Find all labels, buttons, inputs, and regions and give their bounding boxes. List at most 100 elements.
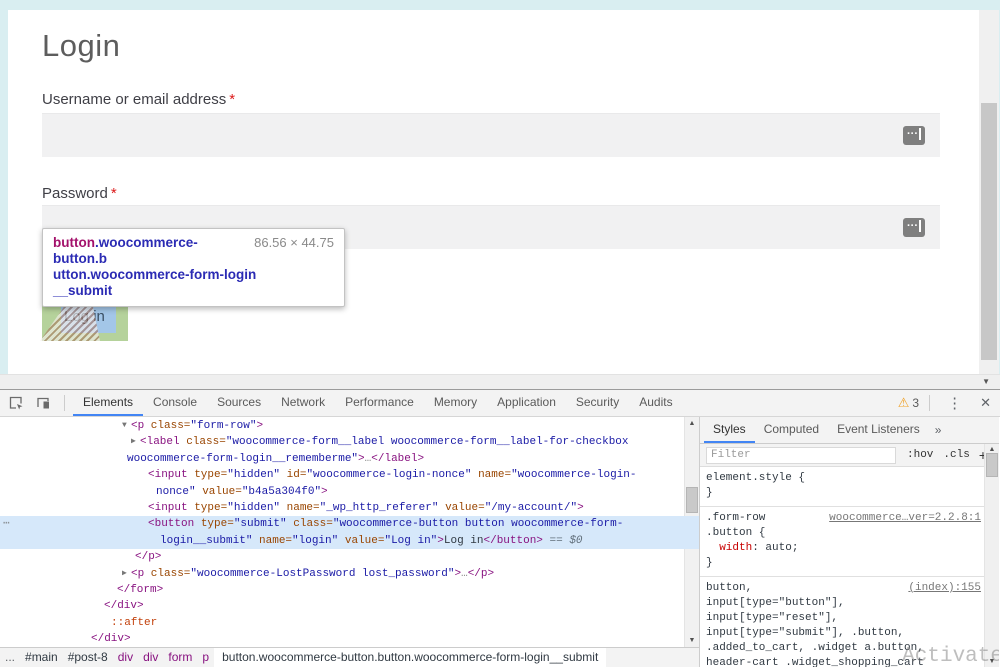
tree-line[interactable]: </form> [0,582,699,598]
style-rule-line[interactable]: input[type="submit"], .button, [706,626,981,641]
devtools: ElementsConsoleSourcesNetworkPerformance… [0,389,1000,667]
sidebar-tab-event-listeners[interactable]: Event Listeners [828,417,929,443]
sidebar-tabs-overflow-icon[interactable]: » [929,423,948,437]
code-token: "woocommerce-login- [511,469,636,481]
tree-line[interactable]: </div> [0,631,699,647]
breadcrumb-item[interactable]: button.woocommerce-button.button.woocomm… [214,648,606,667]
code-token: input[type="submit"], .button, [706,627,904,639]
style-rule-line[interactable]: element.style { [706,471,981,486]
stylesheet-source-link[interactable]: woocommerce…ver=2.2.8:1 [829,511,981,526]
code-token: .added_to_cart, .widget a.button, [706,642,924,654]
username-label: Username or email address* [42,91,235,108]
sidebar-tab-styles[interactable]: Styles [704,417,755,443]
tab-application[interactable]: Application [487,390,566,416]
style-rule-line[interactable]: input[type="button"], [706,596,981,611]
tree-line[interactable]: <input type="hidden" name="_wp_http_refe… [0,500,699,516]
tree-line[interactable]: ▶<label class="woocommerce-form__label w… [0,434,699,450]
tab-elements[interactable]: Elements [73,390,143,416]
stylesheet-source-link[interactable]: (index):155 [908,581,981,596]
autofill-icon[interactable]: ··· [903,126,925,145]
tree-line[interactable]: </p> [0,549,699,565]
page-title: Login [42,28,120,64]
page-scrollbar-thumb[interactable] [981,103,997,360]
tab-audits[interactable]: Audits [629,390,682,416]
console-warnings-badge[interactable]: ⚠3 [898,395,919,411]
style-rule-line[interactable]: .button { [706,526,981,541]
breadcrumb-item[interactable]: #main [20,648,63,667]
style-rule-line[interactable]: } [706,556,981,571]
style-rule-line[interactable]: woocommerce…ver=2.2.8:1 .form-row [706,511,981,526]
code-token: Log in [444,535,484,547]
code-token: name= [252,535,292,547]
tree-line[interactable]: ▼<p class="form-row"> [0,418,699,434]
styles-scrollbar-thumb[interactable] [986,453,998,477]
style-rule-line[interactable]: input[type="reset"], [706,611,981,626]
style-rule-line[interactable]: header-cart .widget_shopping_cart [706,656,981,667]
row-grip-icon[interactable]: ⋯ [3,516,11,532]
code-token: "woocommerce-login-nonce" [306,469,471,481]
tab-performance[interactable]: Performance [335,390,424,416]
code-token: value= [438,502,484,514]
breadcrumb-item[interactable]: form [163,648,197,667]
code-token: > [577,502,584,514]
code-token: } [706,487,713,499]
code-token: ▶ [122,566,131,582]
devtools-menu-icon[interactable]: ⋮ [938,394,971,412]
code-token: ::after [111,617,157,629]
code-token: … [461,568,468,580]
breadcrumb-item[interactable]: #post-8 [63,648,113,667]
style-rule-line[interactable]: } [706,486,981,501]
tree-line[interactable]: ⋯<button type="submit" class="woocommerc… [0,516,699,532]
code-token: woocommerce-form-login__rememberme" [127,453,358,465]
inspect-element-icon[interactable] [8,395,24,411]
code-token: element.style { [706,472,805,484]
tree-line[interactable]: login__submit" name="login" value="Log i… [0,533,699,549]
devtools-close-icon[interactable]: ✕ [971,395,1000,411]
style-rule-line[interactable]: (index):155button, [706,581,981,596]
style-rule-line[interactable]: width: auto; [706,541,981,556]
required-asterisk: * [229,91,235,108]
tree-line[interactable]: ▶<p class="woocommerce-LostPassword lost… [0,566,699,582]
tab-console[interactable]: Console [143,390,207,416]
scroll-down-icon[interactable]: ▼ [985,658,999,665]
styles-filter-input[interactable] [706,447,896,464]
tab-security[interactable]: Security [566,390,629,416]
class-toggle[interactable]: .cls [938,449,974,461]
tooltip-selector: button.woocommerce-button.b [53,235,246,267]
breadcrumb-item[interactable]: ... [0,648,20,667]
tree-line[interactable]: woocommerce-form-login__rememberme">…</l… [0,451,699,467]
style-rule-line[interactable]: .added_to_cart, .widget a.button, [706,641,981,656]
code-token: class= [287,518,333,530]
code-token: .form-row [706,512,765,524]
breadcrumb: ...#main#post-8divdivformpbutton.woocomm… [0,647,699,667]
sidebar-tab-computed[interactable]: Computed [755,417,828,443]
tree-line[interactable]: <input type="hidden" id="woocommerce-log… [0,467,699,483]
tab-network[interactable]: Network [271,390,335,416]
styles-filter-bar: :hov .cls + [700,444,999,467]
code-token: ▶ [131,434,140,450]
tab-memory[interactable]: Memory [424,390,487,416]
code-token: </button> [484,535,543,547]
tree-line[interactable]: ::after [0,615,699,631]
code-token: </div> [91,633,131,645]
username-input[interactable]: ··· [42,113,940,157]
breadcrumb-item[interactable]: p [197,648,214,667]
tree-line[interactable]: </div> [0,598,699,614]
breadcrumb-item[interactable]: div [138,648,163,667]
tab-sources[interactable]: Sources [207,390,271,416]
tree-line[interactable]: nonce" value="b4a5a304f0"> [0,484,699,500]
code-token: <p [131,568,144,580]
code-token: <p [131,420,144,432]
pseudo-state-toggle[interactable]: :hov [902,449,938,461]
code-token: name= [280,502,320,514]
autofill-icon[interactable]: ··· [903,218,925,237]
code-token: "login" [292,535,338,547]
page-scrollbar[interactable] [979,10,999,374]
scroll-down-icon[interactable]: ▼ [982,377,990,386]
device-toolbar-icon[interactable] [35,395,51,411]
styles-scrollbar[interactable]: ▲ ▼ [984,444,999,667]
scroll-up-icon[interactable]: ▲ [985,446,999,453]
code-token: </label> [371,453,424,465]
code-token: "Log in" [384,535,437,547]
breadcrumb-item[interactable]: div [113,648,138,667]
